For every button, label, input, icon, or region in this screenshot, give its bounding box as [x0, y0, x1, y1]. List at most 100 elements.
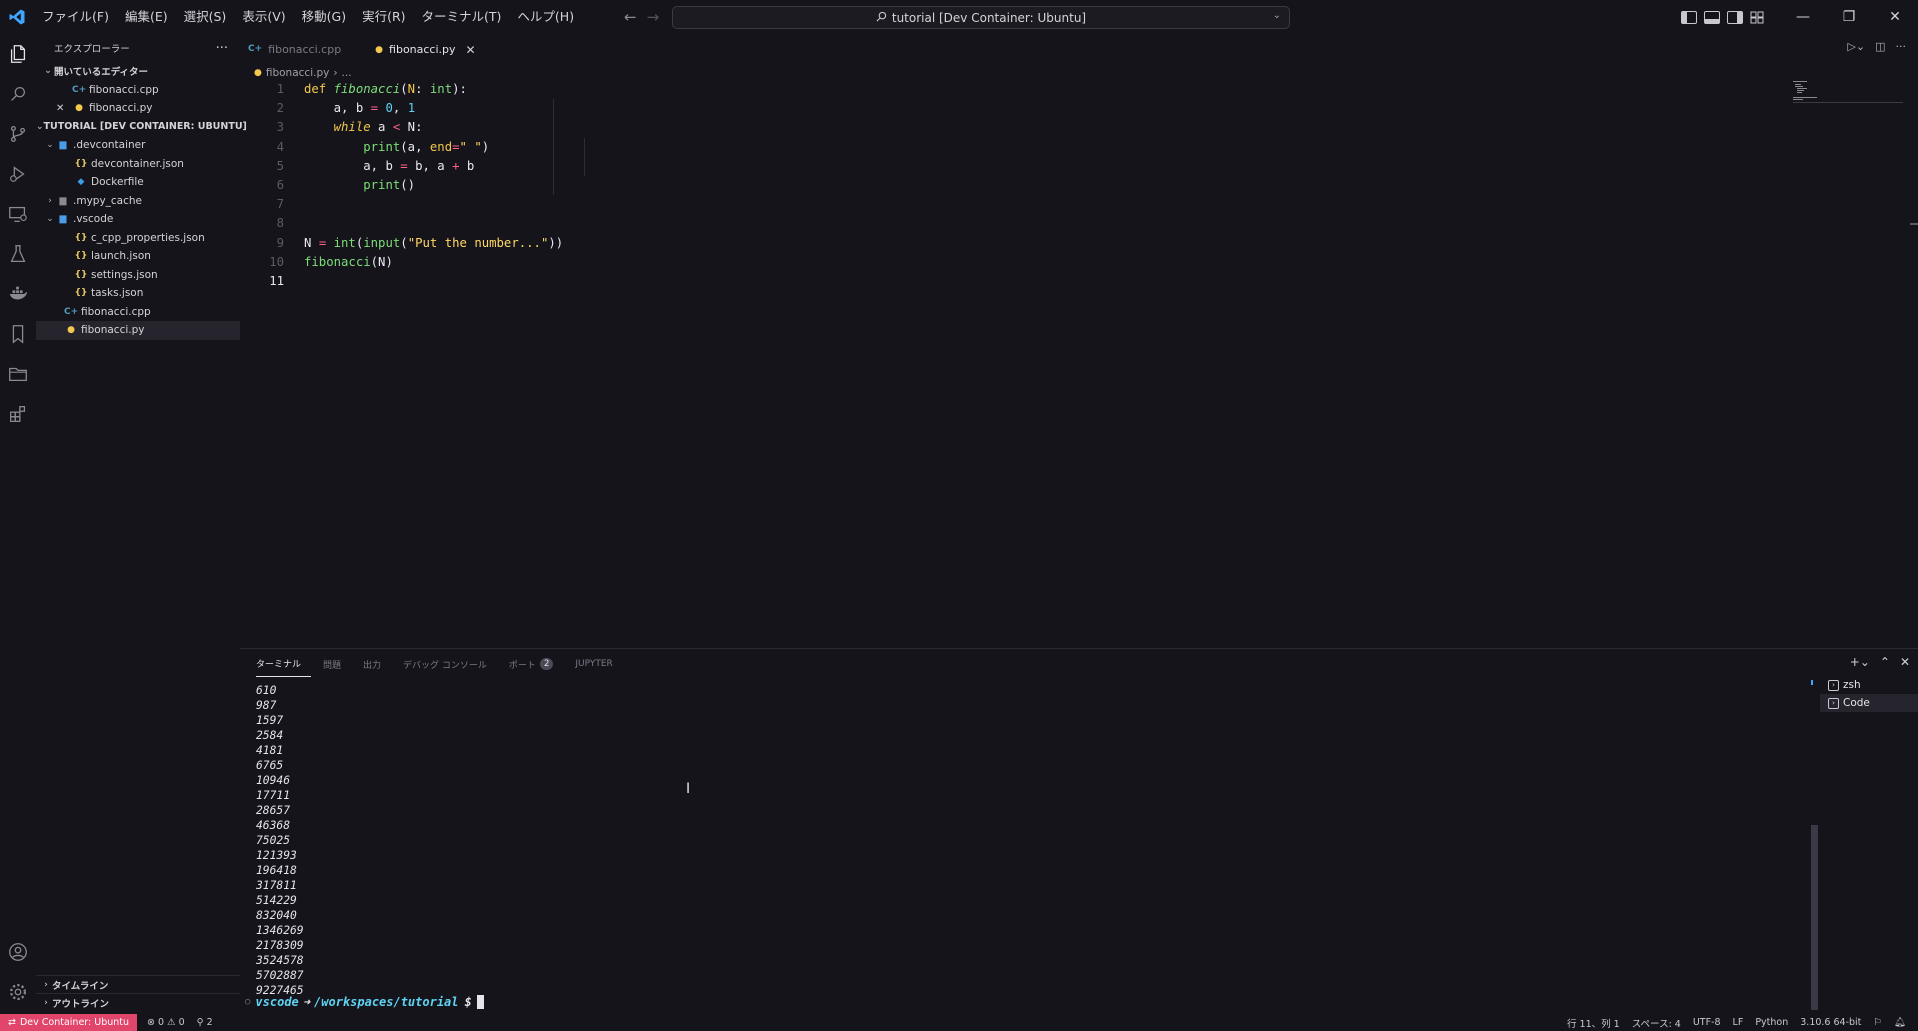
prompt-status-icon: ○ — [245, 997, 251, 1007]
terminal-item-code[interactable]: › Code — [1820, 694, 1918, 712]
tree-file-fibonacci-cpp[interactable]: C+ fibonacci.cpp — [36, 303, 240, 322]
menu-edit[interactable]: 編集(E) — [117, 0, 176, 34]
tab-debug-console[interactable]: デバッグ コンソール — [403, 657, 497, 677]
project-manager-icon[interactable] — [0, 354, 36, 394]
terminal-item-zsh[interactable]: › zsh — [1820, 676, 1918, 694]
tree-file-c-cpp-properties[interactable]: {} c_cpp_properties.json — [36, 229, 240, 248]
menu-selection[interactable]: 選択(S) — [176, 0, 235, 34]
end-of-line[interactable]: LF — [1727, 1017, 1750, 1028]
back-arrow-icon[interactable]: ← — [624, 8, 637, 26]
extensions-icon[interactable] — [0, 394, 36, 434]
code-line: 2 a, b = 0, 1 — [240, 99, 1788, 118]
bookmarks-icon[interactable] — [0, 314, 36, 354]
problems-status[interactable]: ⊗ 0 ⚠ 0 — [141, 1017, 191, 1028]
breadcrumb-file[interactable]: fibonacci.py — [266, 67, 329, 79]
remote-indicator[interactable]: ⇄ Dev Container: Ubuntu — [0, 1014, 138, 1031]
code-editor[interactable]: 1 def fibonacci(N: int): 2 a, b = 0, 1 3… — [240, 80, 1788, 640]
explorer-icon[interactable] — [0, 34, 36, 74]
menu-terminal[interactable]: ターミナル(T) — [414, 0, 510, 34]
search-view-icon[interactable] — [0, 74, 36, 114]
feedback-icon[interactable]: ⚐ — [1867, 1017, 1888, 1028]
line-number: 3 — [276, 120, 284, 135]
menu-run[interactable]: 実行(R) — [354, 0, 413, 34]
tree-file-devcontainer-json[interactable]: {} devcontainer.json — [36, 155, 240, 174]
tab-jupyter[interactable]: JUPYTER — [575, 657, 622, 677]
remote-explorer-icon[interactable] — [0, 194, 36, 234]
toggle-primary-sidebar-icon[interactable] — [1681, 10, 1697, 24]
menu-view[interactable]: 表示(V) — [234, 0, 293, 34]
open-editor-fibonacci-py[interactable]: ✕ ● fibonacci.py — [36, 99, 240, 118]
breadcrumb-symbol[interactable]: ... — [342, 67, 352, 79]
code-text: N = int(input("Put the number...")) — [304, 235, 564, 250]
open-editors-section[interactable]: ⌄ 開いているエディター — [36, 62, 240, 81]
customize-layout-icon[interactable] — [1750, 11, 1764, 24]
text-cursor-icon: I — [686, 781, 691, 797]
workspace-section[interactable]: ⌄ TUTORIAL [DEV CONTAINER: UBUNTU] — [36, 118, 247, 137]
encoding[interactable]: UTF-8 — [1687, 1017, 1727, 1028]
panel-actions: +⌄ ⌃ ✕ — [1850, 655, 1910, 669]
tree-file-settings-json[interactable]: {} settings.json — [36, 266, 240, 285]
close-icon[interactable]: ✕ — [56, 103, 72, 114]
maximize-panel-icon[interactable]: ⌃ — [1880, 655, 1890, 669]
terminal-prompt[interactable]: ○ vscode ➜ /workspaces/tutorial $ — [245, 995, 484, 1009]
menu-help[interactable]: ヘルプ(H) — [509, 0, 582, 34]
settings-gear-icon[interactable] — [0, 972, 36, 1012]
new-terminal-icon[interactable]: +⌄ — [1850, 655, 1870, 669]
toggle-secondary-sidebar-icon[interactable] — [1727, 10, 1743, 24]
menu-file[interactable]: ファイル(F) — [34, 0, 117, 34]
run-python-file-icon[interactable]: ▷⌄ — [1847, 40, 1865, 53]
tree-folder-devcontainer[interactable]: ⌄ ▆ .devcontainer — [36, 136, 240, 155]
tab-label: 出力 — [363, 660, 382, 671]
notifications-bell-icon[interactable]: 🔔︎ — [1888, 1017, 1912, 1028]
tree-file-fibonacci-py[interactable]: ● fibonacci.py — [36, 321, 240, 340]
testing-icon[interactable] — [0, 234, 36, 274]
source-control-icon[interactable] — [0, 114, 36, 154]
tab-ports[interactable]: ポート 2 — [509, 657, 563, 677]
tree-folder-mypy-cache[interactable]: › ▆ .mypy_cache — [36, 192, 240, 211]
minimap[interactable] — [1793, 80, 1903, 120]
code-line: 5 a, b = b, a + b — [240, 157, 1788, 176]
terminal-line: 46368 — [256, 819, 291, 832]
timeline-section[interactable]: › タイムライン — [36, 975, 240, 993]
ports-status[interactable]: ⚲ 2 — [191, 1017, 219, 1028]
cursor-position[interactable]: 行 11、列 1 — [1561, 1016, 1626, 1030]
terminal-output[interactable]: 610 987 1597 2584 4181 6765 10946 17711 … — [256, 683, 304, 998]
minimize-button[interactable]: — — [1780, 0, 1826, 34]
docker-icon[interactable] — [0, 274, 36, 314]
more-actions-icon[interactable]: ··· — [1896, 40, 1907, 53]
outline-section[interactable]: › アウトライン — [36, 993, 240, 1011]
close-panel-icon[interactable]: ✕ — [1900, 655, 1910, 669]
indentation[interactable]: スペース: 4 — [1626, 1016, 1687, 1030]
close-icon[interactable]: ✕ — [466, 43, 476, 57]
tab-fibonacci-cpp[interactable]: C+ fibonacci.cpp — [240, 34, 353, 64]
run-debug-icon[interactable] — [0, 154, 36, 194]
split-editor-icon[interactable]: ◫ — [1875, 40, 1885, 53]
python-file-icon: ● — [375, 44, 384, 55]
more-actions-icon[interactable]: ··· — [216, 41, 228, 56]
explorer-sidebar: エクスプローラー ··· ⌄ 開いているエディター C+ fibonacci.c… — [36, 34, 247, 1014]
tab-output[interactable]: 出力 — [363, 657, 391, 677]
menu-go[interactable]: 移動(G) — [294, 0, 354, 34]
line-number: 1 — [276, 82, 284, 96]
ports-icon: ⚲ — [196, 1017, 204, 1028]
status-right: 行 11、列 1 スペース: 4 UTF-8 LF Python 3.10.6 … — [1561, 1014, 1912, 1031]
tree-folder-vscode[interactable]: ⌄ ▆ .vscode — [36, 210, 240, 229]
tree-file-launch-json[interactable]: {} launch.json — [36, 247, 240, 266]
toggle-panel-icon[interactable] — [1704, 10, 1720, 24]
json-file-icon: {} — [74, 288, 88, 299]
command-center[interactable]: tutorial [Dev Container: Ubuntu] ⌄ — [672, 6, 1290, 29]
close-window-button[interactable]: ✕ — [1872, 0, 1918, 34]
language-mode[interactable]: Python — [1749, 1017, 1794, 1028]
tree-file-dockerfile[interactable]: ◆ Dockerfile — [36, 173, 240, 192]
restore-button[interactable]: ❐ — [1826, 0, 1872, 34]
open-editor-fibonacci-cpp[interactable]: C+ fibonacci.cpp — [36, 81, 240, 100]
tab-fibonacci-py[interactable]: ● fibonacci.py ✕ — [365, 34, 488, 64]
python-interpreter[interactable]: 3.10.6 64-bit — [1794, 1017, 1867, 1028]
terminal-scrollbar[interactable] — [1811, 825, 1818, 1010]
tab-problems[interactable]: 問題 — [323, 657, 351, 677]
forward-arrow-icon[interactable]: → — [647, 8, 660, 26]
accounts-icon[interactable] — [0, 932, 36, 972]
docker-file-icon: ◆ — [77, 177, 85, 188]
tree-file-tasks-json[interactable]: {} tasks.json — [36, 284, 240, 303]
tab-terminal[interactable]: ターミナル — [256, 657, 312, 677]
